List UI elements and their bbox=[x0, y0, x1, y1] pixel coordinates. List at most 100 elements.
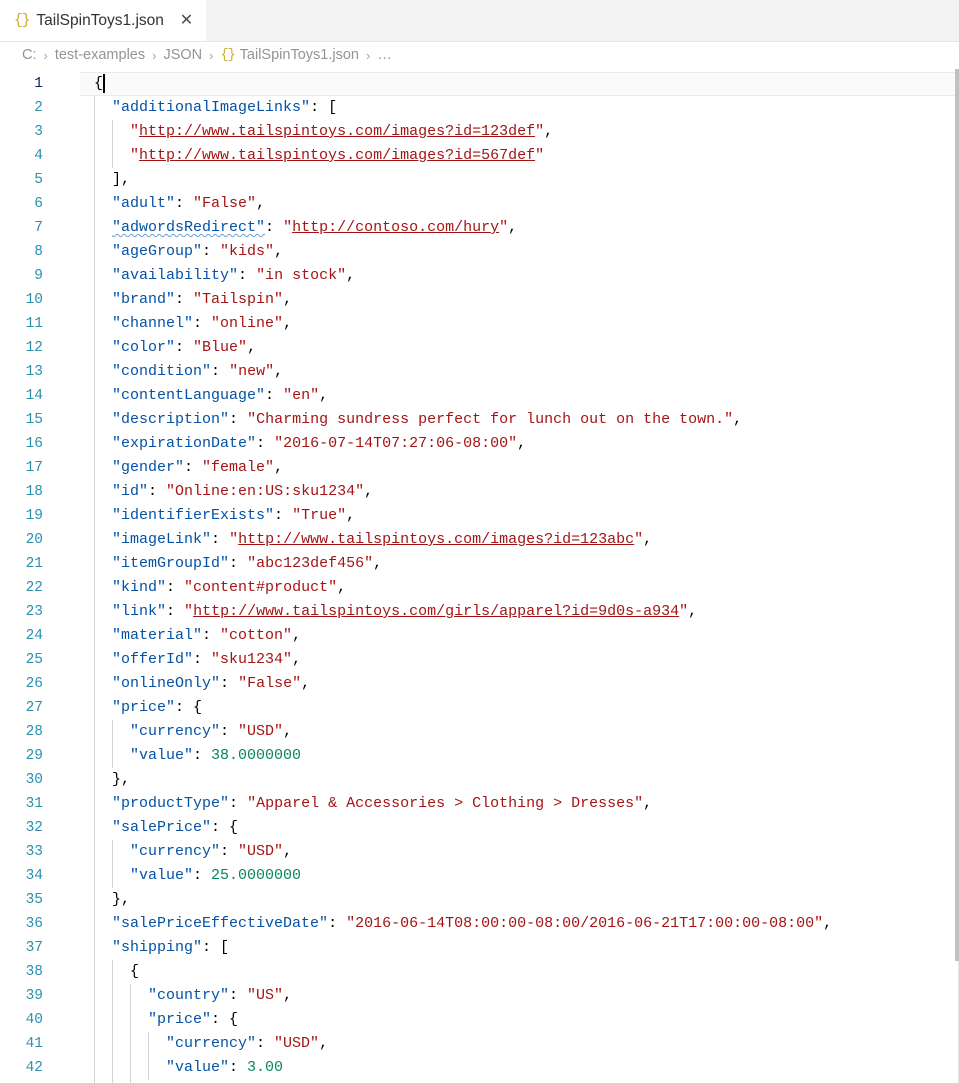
code-link[interactable]: http://www.tailspintoys.com/images?id=12… bbox=[139, 123, 535, 140]
code-line[interactable]: "brand": "Tailspin", bbox=[80, 288, 959, 312]
code-line[interactable]: "adwordsRedirect": "http://contoso.com/h… bbox=[80, 216, 959, 240]
code-line[interactable]: "imageLink": "http://www.tailspintoys.co… bbox=[80, 528, 959, 552]
code-line[interactable]: "country": "US", bbox=[80, 984, 959, 1008]
fold-slot[interactable] bbox=[66, 408, 80, 432]
fold-slot[interactable] bbox=[66, 264, 80, 288]
code-line[interactable]: "currency": "USD", bbox=[80, 720, 959, 744]
fold-slot[interactable] bbox=[66, 1032, 80, 1056]
fold-slot[interactable] bbox=[66, 648, 80, 672]
close-icon[interactable]: ✕ bbox=[178, 12, 195, 29]
code-line[interactable]: "price": { bbox=[80, 696, 959, 720]
fold-slot[interactable] bbox=[66, 600, 80, 624]
scrollbar-thumb[interactable] bbox=[955, 69, 959, 962]
code-line[interactable]: "salePriceEffectiveDate": "2016-06-14T08… bbox=[80, 912, 959, 936]
fold-slot[interactable] bbox=[66, 192, 80, 216]
code-line[interactable]: "value": 25.0000000 bbox=[80, 864, 959, 888]
fold-slot[interactable] bbox=[66, 576, 80, 600]
fold-slot[interactable] bbox=[66, 984, 80, 1008]
fold-slot[interactable] bbox=[66, 216, 80, 240]
breadcrumb-item-drive[interactable]: C: bbox=[22, 47, 37, 63]
code-line[interactable]: "color": "Blue", bbox=[80, 336, 959, 360]
code-line[interactable]: "price": { bbox=[80, 1008, 959, 1032]
code-line[interactable]: { bbox=[80, 72, 959, 96]
fold-slot[interactable] bbox=[66, 240, 80, 264]
fold-slot[interactable] bbox=[66, 336, 80, 360]
code-line[interactable]: "id": "Online:en:US:sku1234", bbox=[80, 480, 959, 504]
editor-tab-tailspintoys1-json[interactable]: {} TailSpinToys1.json ✕ bbox=[0, 0, 207, 41]
fold-slot[interactable] bbox=[66, 144, 80, 168]
fold-slot[interactable] bbox=[66, 72, 80, 96]
code-line[interactable]: "http://www.tailspintoys.com/images?id=5… bbox=[80, 144, 959, 168]
code-content[interactable]: { "additionalImageLinks": [ "http://www.… bbox=[80, 69, 959, 1083]
fold-slot[interactable] bbox=[66, 360, 80, 384]
fold-gutter[interactable] bbox=[66, 69, 80, 1083]
vertical-scrollbar[interactable] bbox=[955, 69, 959, 1083]
code-link[interactable]: http://www.tailspintoys.com/girls/appare… bbox=[193, 603, 679, 620]
code-line[interactable]: "value": 3.00 bbox=[80, 1056, 959, 1080]
code-link[interactable]: http://contoso.com/hury bbox=[292, 219, 499, 236]
fold-slot[interactable] bbox=[66, 288, 80, 312]
fold-slot[interactable] bbox=[66, 384, 80, 408]
code-line[interactable]: "offerId": "sku1234", bbox=[80, 648, 959, 672]
fold-slot[interactable] bbox=[66, 168, 80, 192]
fold-slot[interactable] bbox=[66, 312, 80, 336]
code-line[interactable]: "currency": "USD", bbox=[80, 1032, 959, 1056]
code-line[interactable]: { bbox=[80, 960, 959, 984]
code-line[interactable]: "identifierExists": "True", bbox=[80, 504, 959, 528]
code-line[interactable]: }, bbox=[80, 768, 959, 792]
fold-slot[interactable] bbox=[66, 1008, 80, 1032]
code-line[interactable]: }, bbox=[80, 888, 959, 912]
fold-slot[interactable] bbox=[66, 120, 80, 144]
fold-slot[interactable] bbox=[66, 720, 80, 744]
breadcrumb-item-symbols[interactable]: … bbox=[377, 47, 392, 63]
fold-slot[interactable] bbox=[66, 744, 80, 768]
fold-slot[interactable] bbox=[66, 504, 80, 528]
fold-slot[interactable] bbox=[66, 432, 80, 456]
fold-slot[interactable] bbox=[66, 528, 80, 552]
breadcrumb-item-file[interactable]: {} TailSpinToys1.json bbox=[220, 47, 359, 63]
breadcrumb-item-test-examples[interactable]: test-examples bbox=[55, 47, 145, 63]
fold-slot[interactable] bbox=[66, 768, 80, 792]
code-line[interactable]: "currency": "USD", bbox=[80, 840, 959, 864]
code-line[interactable]: "productType": "Apparel & Accessories > … bbox=[80, 792, 959, 816]
fold-slot[interactable] bbox=[66, 624, 80, 648]
fold-slot[interactable] bbox=[66, 912, 80, 936]
code-line[interactable]: "kind": "content#product", bbox=[80, 576, 959, 600]
fold-slot[interactable] bbox=[66, 456, 80, 480]
code-link[interactable]: http://www.tailspintoys.com/images?id=56… bbox=[139, 147, 535, 164]
fold-slot[interactable] bbox=[66, 552, 80, 576]
breadcrumb-item-json[interactable]: JSON bbox=[163, 47, 202, 63]
code-line[interactable]: "availability": "in stock", bbox=[80, 264, 959, 288]
fold-slot[interactable] bbox=[66, 816, 80, 840]
code-line[interactable]: "value": 38.0000000 bbox=[80, 744, 959, 768]
code-line[interactable]: "link": "http://www.tailspintoys.com/gir… bbox=[80, 600, 959, 624]
code-line[interactable]: "contentLanguage": "en", bbox=[80, 384, 959, 408]
fold-slot[interactable] bbox=[66, 792, 80, 816]
code-line[interactable]: "adult": "False", bbox=[80, 192, 959, 216]
fold-slot[interactable] bbox=[66, 672, 80, 696]
code-line[interactable]: "onlineOnly": "False", bbox=[80, 672, 959, 696]
code-link[interactable]: http://www.tailspintoys.com/images?id=12… bbox=[238, 531, 634, 548]
fold-slot[interactable] bbox=[66, 888, 80, 912]
code-line[interactable]: "additionalImageLinks": [ bbox=[80, 96, 959, 120]
code-line[interactable]: "salePrice": { bbox=[80, 816, 959, 840]
code-line[interactable]: "material": "cotton", bbox=[80, 624, 959, 648]
fold-slot[interactable] bbox=[66, 936, 80, 960]
fold-slot[interactable] bbox=[66, 864, 80, 888]
fold-slot[interactable] bbox=[66, 480, 80, 504]
code-line[interactable]: "expirationDate": "2016-07-14T07:27:06-0… bbox=[80, 432, 959, 456]
fold-slot[interactable] bbox=[66, 1056, 80, 1080]
code-line[interactable]: "description": "Charming sundress perfec… bbox=[80, 408, 959, 432]
code-line[interactable]: "gender": "female", bbox=[80, 456, 959, 480]
fold-slot[interactable] bbox=[66, 96, 80, 120]
code-line[interactable]: "channel": "online", bbox=[80, 312, 959, 336]
code-line[interactable]: "ageGroup": "kids", bbox=[80, 240, 959, 264]
code-line[interactable]: ], bbox=[80, 168, 959, 192]
code-line[interactable]: "http://www.tailspintoys.com/images?id=1… bbox=[80, 120, 959, 144]
code-line[interactable]: "shipping": [ bbox=[80, 936, 959, 960]
fold-slot[interactable] bbox=[66, 696, 80, 720]
fold-slot[interactable] bbox=[66, 960, 80, 984]
fold-slot[interactable] bbox=[66, 840, 80, 864]
code-line[interactable]: "condition": "new", bbox=[80, 360, 959, 384]
code-line[interactable]: "itemGroupId": "abc123def456", bbox=[80, 552, 959, 576]
